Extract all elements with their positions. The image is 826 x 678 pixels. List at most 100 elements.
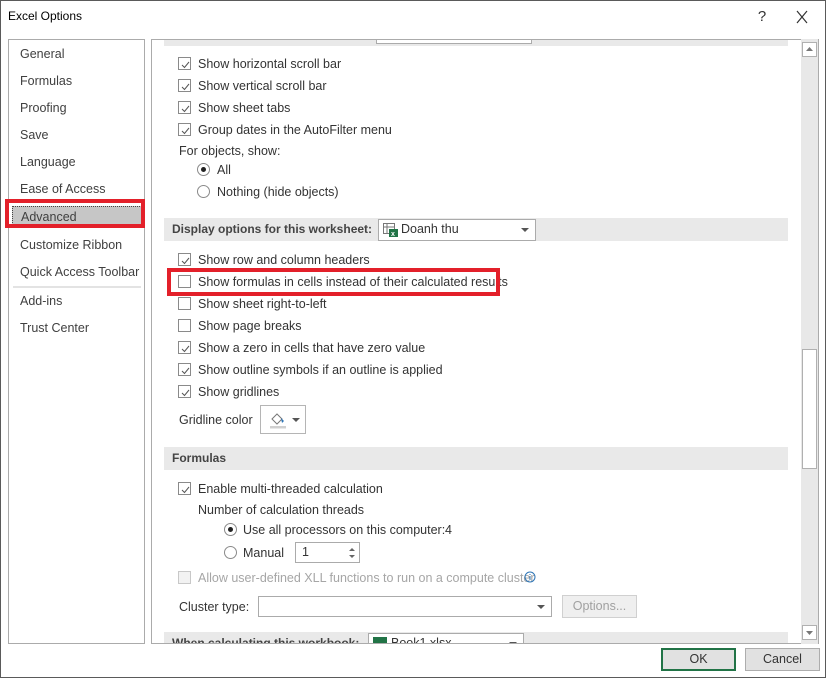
- arrow-down-icon: [806, 631, 813, 635]
- option-label: Enable multi-threaded calculation: [198, 482, 383, 496]
- option-label: Show outline symbols if an outline is ap…: [198, 363, 443, 377]
- sidebar-item-add-ins[interactable]: Add-ins: [12, 291, 142, 312]
- category-sidebar: General Formulas Proofing Save Language …: [8, 39, 145, 644]
- excel-workbook-icon: x: [373, 637, 387, 644]
- radio-button[interactable]: [224, 523, 237, 536]
- check-icon: [181, 127, 190, 135]
- threads-label: Number of calculation threads: [198, 503, 365, 517]
- excel-sheet-icon: x: [383, 223, 398, 238]
- scroll-thumb[interactable]: [802, 349, 817, 469]
- checkbox: [178, 571, 191, 584]
- worksheet-select-value: Doanh thu: [401, 222, 459, 236]
- cluster-options-button[interactable]: Options...: [562, 595, 637, 618]
- spinner-arrows-icon[interactable]: [348, 546, 356, 560]
- svg-text:x: x: [376, 640, 381, 644]
- option-label: Show formulas in cells instead of their …: [198, 275, 508, 289]
- sidebar-item-general[interactable]: General: [12, 44, 142, 65]
- gridline-color-picker[interactable]: [260, 405, 306, 434]
- checkbox[interactable]: [178, 79, 191, 92]
- arrow-up-icon: [806, 47, 813, 51]
- processor-count: 4: [445, 523, 452, 537]
- scroll-down-button[interactable]: [802, 625, 817, 640]
- excel-options-dialog: Excel Options ? General Formulas Proofin…: [0, 0, 826, 678]
- check-icon: [181, 486, 190, 494]
- option-label: All: [217, 163, 231, 177]
- option-label: Show gridlines: [198, 385, 280, 399]
- section-title: When calculating this workbook:: [172, 636, 360, 644]
- content-scrollbar[interactable]: [801, 39, 818, 644]
- check-icon: [181, 105, 190, 113]
- check-icon: [181, 389, 190, 397]
- radio-button[interactable]: [197, 163, 210, 176]
- advanced-options-panel: Show horizontal scroll bar Show vertical…: [151, 39, 819, 644]
- sidebar-item-trust-center[interactable]: Trust Center: [12, 318, 142, 339]
- section-title: Display options for this worksheet:: [172, 222, 373, 236]
- checkbox[interactable]: [178, 123, 191, 136]
- option-label: Allow user-defined XLL functions to run …: [198, 571, 535, 585]
- option-label: Group dates in the AutoFilter menu: [198, 123, 392, 137]
- checkbox[interactable]: [178, 319, 191, 332]
- sidebar-item-quick-access-toolbar[interactable]: Quick Access Toolbar: [12, 262, 142, 283]
- checkbox[interactable]: [178, 482, 191, 495]
- chevron-down-icon: [509, 642, 517, 643]
- svg-text:x: x: [391, 231, 395, 238]
- worksheet-select[interactable]: x Doanh thu: [378, 219, 536, 241]
- cluster-type-select[interactable]: [258, 596, 552, 617]
- ok-button[interactable]: OK: [661, 648, 736, 671]
- manual-threads-spinner[interactable]: 1: [295, 542, 360, 563]
- option-label: Show sheet tabs: [198, 101, 291, 115]
- check-icon: [181, 257, 190, 265]
- sidebar-item-customize-ribbon[interactable]: Customize Ribbon: [12, 235, 142, 256]
- check-icon: [181, 61, 190, 69]
- dialog-title: Excel Options: [8, 9, 83, 23]
- option-label: Show row and column headers: [198, 253, 370, 267]
- section-title: Formulas: [172, 451, 227, 465]
- chevron-down-icon: [521, 228, 529, 232]
- option-label: Nothing (hide objects): [217, 185, 339, 199]
- close-icon: [796, 10, 808, 24]
- radio-button[interactable]: [197, 185, 210, 198]
- close-button[interactable]: [791, 6, 813, 28]
- sidebar-item-advanced[interactable]: Advanced: [12, 206, 142, 227]
- sidebar-item-ease-of-access[interactable]: Ease of Access: [12, 179, 142, 200]
- sidebar-divider: [13, 286, 141, 288]
- paint-bucket-icon: [270, 413, 286, 429]
- sidebar-item-language[interactable]: Language: [12, 152, 142, 173]
- title-bar: Excel Options ?: [1, 1, 825, 33]
- gridline-color-label: Gridline color: [179, 413, 253, 427]
- checkbox[interactable]: [178, 253, 191, 266]
- workbook-calc-value: Book1.xlsx: [391, 636, 452, 644]
- option-label: Show sheet right-to-left: [198, 297, 327, 311]
- checkbox[interactable]: [178, 297, 191, 310]
- spinner-value: 1: [302, 545, 309, 559]
- checkbox[interactable]: [178, 363, 191, 376]
- radio-button[interactable]: [224, 546, 237, 559]
- chevron-down-icon: [292, 418, 300, 422]
- check-icon: [181, 367, 190, 375]
- option-label: Show a zero in cells that have zero valu…: [198, 341, 426, 355]
- sidebar-item-save[interactable]: Save: [12, 125, 142, 146]
- sidebar-item-formulas[interactable]: Formulas: [12, 71, 142, 92]
- cancel-button[interactable]: Cancel: [745, 648, 820, 671]
- chevron-down-icon: [537, 605, 545, 609]
- objects-show-label: For objects, show:: [179, 144, 281, 158]
- check-icon: [181, 345, 190, 353]
- option-label: Show vertical scroll bar: [198, 79, 327, 93]
- cluster-type-label: Cluster type:: [179, 600, 250, 614]
- workbook-display-select[interactable]: [376, 40, 532, 44]
- option-label: Use all processors on this computer:: [243, 523, 446, 537]
- checkbox[interactable]: [178, 101, 191, 114]
- section-header-formulas: Formulas: [164, 447, 788, 470]
- checkbox[interactable]: [178, 275, 191, 288]
- option-label: Show page breaks: [198, 319, 302, 333]
- checkbox[interactable]: [178, 57, 191, 70]
- scroll-up-button[interactable]: [802, 42, 817, 57]
- option-label: Show horizontal scroll bar: [198, 57, 342, 71]
- workbook-calc-select[interactable]: x Book1.xlsx: [368, 633, 524, 644]
- checkbox[interactable]: [178, 341, 191, 354]
- info-icon[interactable]: [524, 571, 536, 583]
- help-button[interactable]: ?: [751, 6, 773, 28]
- sidebar-item-proofing[interactable]: Proofing: [12, 98, 142, 119]
- checkbox[interactable]: [178, 385, 191, 398]
- check-icon: [181, 83, 190, 91]
